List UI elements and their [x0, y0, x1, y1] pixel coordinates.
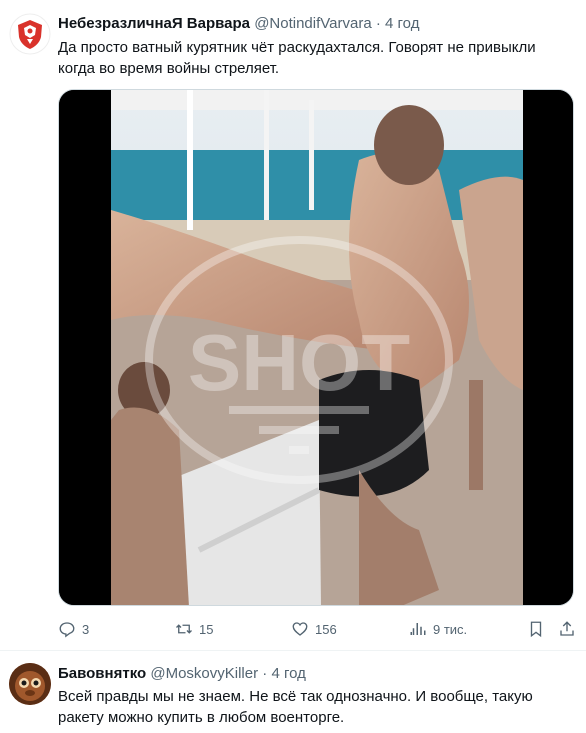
views-icon	[410, 623, 426, 635]
toy-face-icon	[9, 663, 51, 705]
watermark-text: SHOT	[188, 318, 410, 407]
author-name[interactable]: Бавовнятко	[58, 665, 146, 682]
like-button[interactable]: 156	[291, 620, 337, 638]
like-count: 156	[315, 621, 337, 637]
author-handle[interactable]: @NotindifVarvara	[254, 15, 372, 32]
separator: ·	[262, 665, 268, 682]
video-frame: SHOT	[59, 90, 573, 605]
tweet-header: Бавовнятко @MoskovyKiller · 4 год	[58, 664, 306, 684]
views-button[interactable]: 9 тис.	[409, 620, 467, 638]
tweet-actions: 3 15 156 9 тис.	[58, 620, 574, 640]
bookmark-icon	[530, 621, 542, 638]
author-name[interactable]: НебезразличнаЯ Варвара	[58, 15, 250, 32]
retweet-button[interactable]: 15	[175, 620, 213, 638]
heart-icon	[292, 622, 308, 636]
view-count: 9 тис.	[433, 621, 468, 637]
reply-icon	[59, 622, 75, 638]
timestamp[interactable]: 4 год	[271, 665, 305, 682]
tweet-text: Да просто ватный курятник чёт раскудахта…	[58, 39, 536, 77]
tweet-1[interactable]: НебезразличнаЯ Варвара @NotindifVarvara …	[0, 0, 586, 651]
avatar[interactable]	[9, 663, 51, 705]
tweet-header: НебезразличнаЯ Варвара @NotindifVarvara …	[58, 14, 419, 34]
bookmark-button[interactable]	[527, 620, 545, 638]
avatar[interactable]	[9, 13, 51, 55]
coat-of-arms-icon	[9, 13, 51, 55]
separator: ·	[375, 15, 381, 32]
share-icon	[560, 621, 574, 636]
tweet-video[interactable]: SHOT	[58, 89, 574, 606]
timestamp[interactable]: 4 год	[385, 15, 419, 32]
retweet-icon	[176, 624, 192, 634]
author-handle[interactable]: @MoskovyKiller	[150, 665, 258, 682]
tweet-2[interactable]: Бавовнятко @MoskovyKiller · 4 год Всей п…	[0, 651, 586, 733]
share-button[interactable]	[558, 620, 576, 638]
tweet-text: Всей правды мы не знаем. Не всё так одно…	[58, 688, 533, 726]
retweet-count: 15	[199, 621, 214, 637]
reply-count: 3	[82, 621, 90, 637]
reply-button[interactable]: 3	[58, 620, 89, 638]
